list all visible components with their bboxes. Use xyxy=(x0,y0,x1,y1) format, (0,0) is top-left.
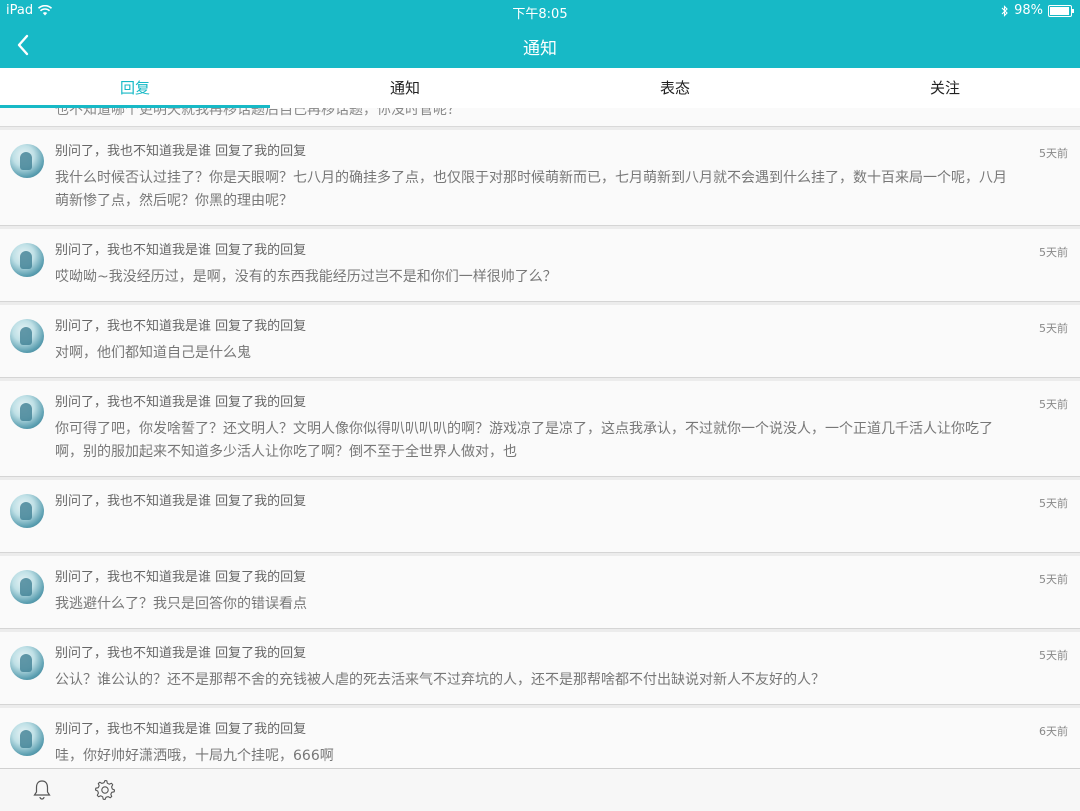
notification-item[interactable]: 别问了，我也不知道我是谁 回复了我的回复 5天前 我什么时候否认过挂了？你是天眼… xyxy=(0,130,1080,226)
avatar[interactable] xyxy=(10,395,44,429)
notification-time: 5天前 xyxy=(1039,398,1068,411)
battery-percent: 98% xyxy=(1014,3,1043,18)
notification-body: 我逃避什么了？我只是回答你的错误看点 xyxy=(55,596,307,612)
notification-list[interactable]: 也不知道哪个更明天就我再移话题后自己再移话题，你没时管呢？ 别问了，我也不知道我… xyxy=(0,108,1080,768)
status-time: 下午8:05 xyxy=(512,7,568,22)
notification-header: 别问了，我也不知道我是谁 回复了我的回复 xyxy=(55,570,307,585)
nav-bar: 通知 xyxy=(0,22,1080,68)
notification-item[interactable]: 别问了，我也不知道我是谁 回复了我的回复 5天前 xyxy=(0,480,1080,553)
list-item-partial[interactable]: 也不知道哪个更明天就我再移话题后自己再移话题，你没时管呢？ xyxy=(0,108,1080,127)
notification-body: 我什么时候否认过挂了？你是天眼啊？七八月的确挂多了点，也仅限于对那时候萌新而已，… xyxy=(55,170,1007,209)
bell-icon[interactable] xyxy=(30,778,54,802)
notification-header: 别问了，我也不知道我是谁 回复了我的回复 xyxy=(55,243,307,258)
notification-item[interactable]: 别问了，我也不知道我是谁 回复了我的回复 5天前 对啊，他们都知道自己是什么鬼 xyxy=(0,305,1080,378)
notification-item[interactable]: 别问了，我也不知道我是谁 回复了我的回复 5天前 你可得了吧，你发啥誓了？还文明… xyxy=(0,381,1080,477)
notification-item[interactable]: 别问了，我也不知道我是谁 回复了我的回复 5天前 我逃避什么了？我只是回答你的错… xyxy=(0,556,1080,629)
battery-icon xyxy=(1048,4,1074,17)
notification-header: 别问了，我也不知道我是谁 回复了我的回复 xyxy=(55,494,307,509)
tab-reactions[interactable]: 表态 xyxy=(540,68,810,108)
notification-body xyxy=(55,517,1020,540)
notification-body: 哇，你好帅好潇洒哦，十局九个挂呢，666啊 xyxy=(55,748,334,764)
notification-item[interactable]: 别问了，我也不知道我是谁 回复了我的回复 6天前 哇，你好帅好潇洒哦，十局九个挂… xyxy=(0,708,1080,768)
notification-body: 你可得了吧，你发啥誓了？还文明人？文明人像你似得叭叭叭叭的啊？游戏凉了是凉了，这… xyxy=(55,421,993,460)
bottom-toolbar xyxy=(0,768,1080,811)
notification-time: 6天前 xyxy=(1039,725,1068,738)
avatar[interactable] xyxy=(10,570,44,604)
notification-header: 别问了，我也不知道我是谁 回复了我的回复 xyxy=(55,646,307,661)
notification-time: 5天前 xyxy=(1039,246,1068,259)
tab-notices[interactable]: 通知 xyxy=(270,68,540,108)
notification-time: 5天前 xyxy=(1039,649,1068,662)
avatar[interactable] xyxy=(10,243,44,277)
notification-time: 5天前 xyxy=(1039,497,1068,510)
tab-bar: 回复 通知 表态 关注 xyxy=(0,68,1080,109)
avatar[interactable] xyxy=(10,319,44,353)
notification-body: 对啊，他们都知道自己是什么鬼 xyxy=(55,345,251,361)
avatar[interactable] xyxy=(10,494,44,528)
status-bar: iPad 下午8:05 98% xyxy=(0,0,1080,22)
page-title: 通知 xyxy=(523,39,557,59)
notification-time: 5天前 xyxy=(1039,147,1068,160)
notification-body: 哎呦呦~我没经历过，是啊，没有的东西我能经历过岂不是和你们一样很帅了么？ xyxy=(55,269,557,285)
notification-item[interactable]: 别问了，我也不知道我是谁 回复了我的回复 5天前 公认？谁公认的？还不是那帮不舍… xyxy=(0,632,1080,705)
status-right: 98% xyxy=(1001,3,1074,18)
tab-replies[interactable]: 回复 xyxy=(0,68,270,108)
avatar[interactable] xyxy=(10,646,44,680)
notification-time: 5天前 xyxy=(1039,573,1068,586)
notification-header: 别问了，我也不知道我是谁 回复了我的回复 xyxy=(55,319,307,334)
notification-header: 别问了，我也不知道我是谁 回复了我的回复 xyxy=(55,144,307,159)
notification-item[interactable]: 别问了，我也不知道我是谁 回复了我的回复 5天前 哎呦呦~我没经历过，是啊，没有… xyxy=(0,229,1080,302)
bluetooth-icon xyxy=(1001,4,1008,17)
partial-item-text: 也不知道哪个更明天就我再移话题后自己再移话题，你没时管呢？ xyxy=(55,108,461,118)
notification-time: 5天前 xyxy=(1039,322,1068,335)
avatar[interactable] xyxy=(10,144,44,178)
gear-icon[interactable] xyxy=(93,778,117,802)
tab-follows[interactable]: 关注 xyxy=(810,68,1080,108)
avatar[interactable] xyxy=(10,722,44,756)
notification-header: 别问了，我也不知道我是谁 回复了我的回复 xyxy=(55,395,307,410)
notification-body: 公认？谁公认的？还不是那帮不舍的充钱被人虐的死去活来气不过弃坑的人，还不是那帮啥… xyxy=(55,672,825,688)
notification-header: 别问了，我也不知道我是谁 回复了我的回复 xyxy=(55,722,307,737)
